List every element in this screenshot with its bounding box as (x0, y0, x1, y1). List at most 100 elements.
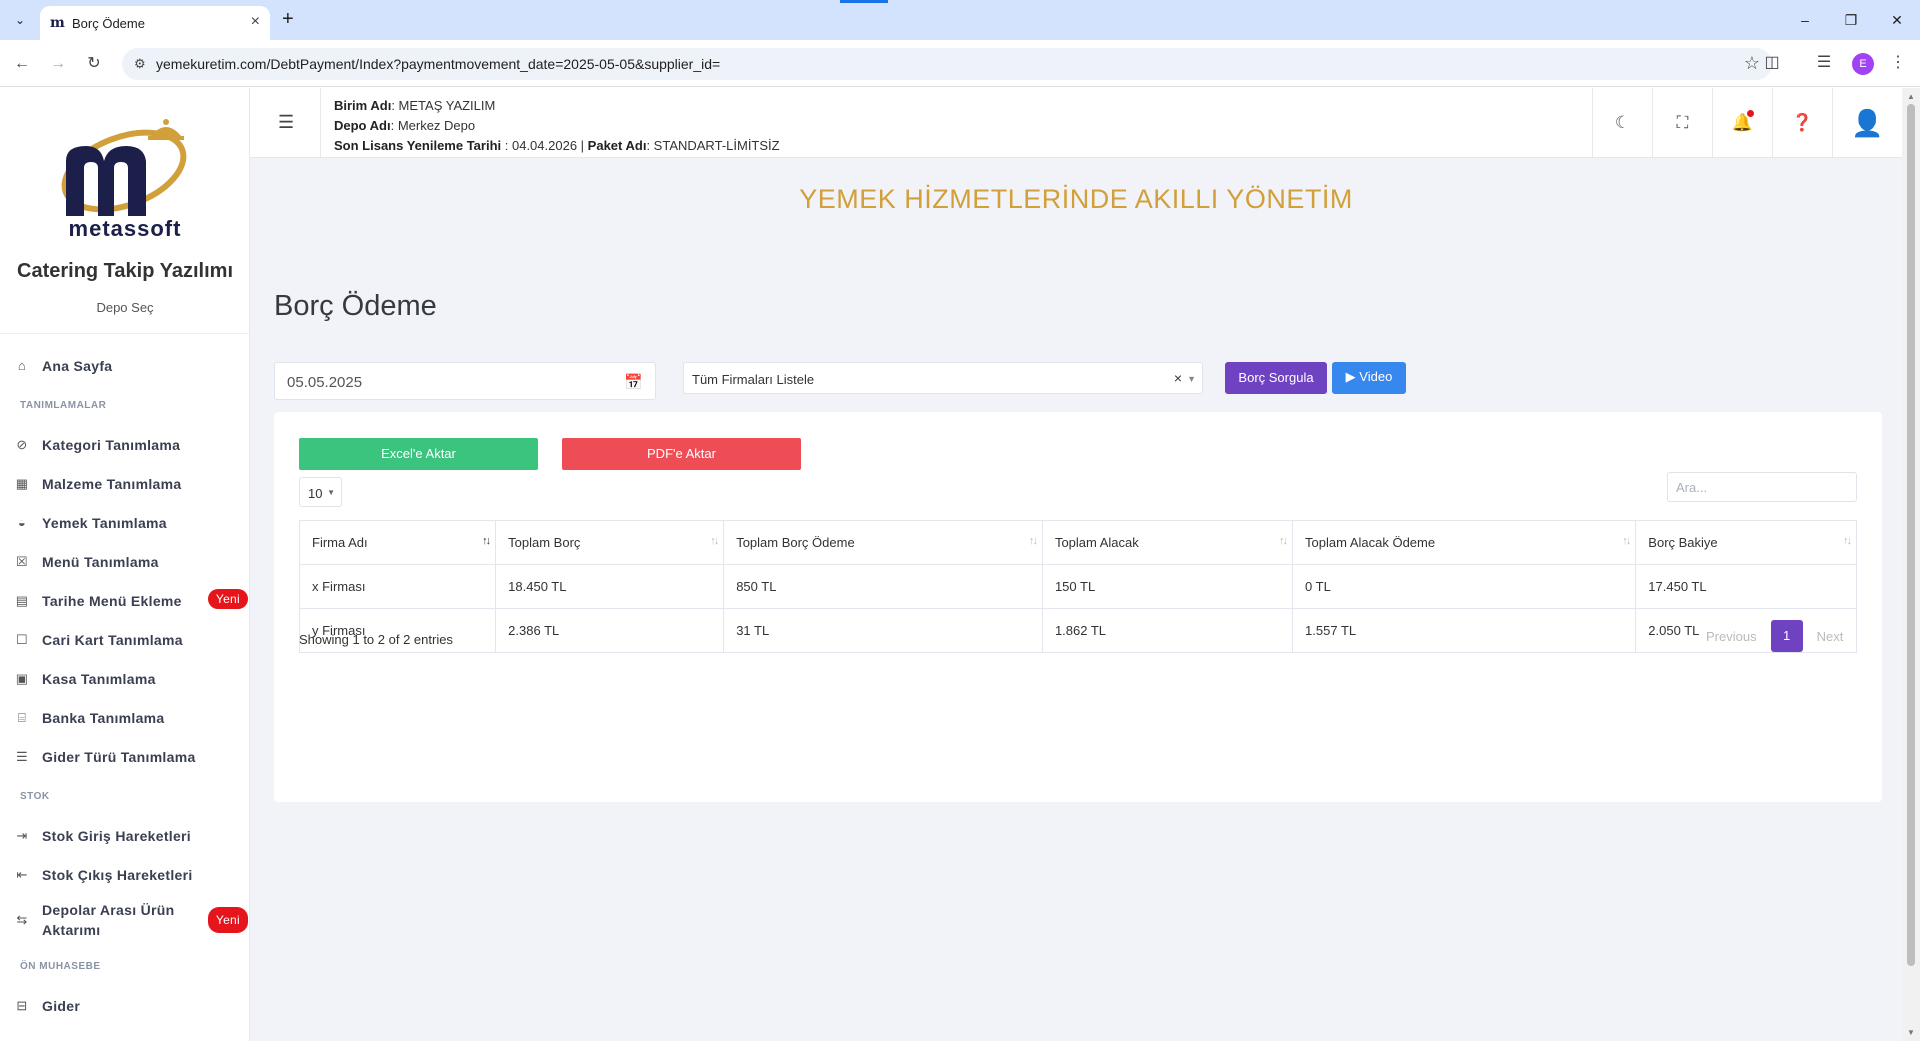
calendar-icon[interactable]: 📅 (624, 373, 643, 391)
sidebar-section-heading: ÖN MUHASEBE (20, 960, 101, 972)
sidebar-item-label: Depolar Arası Ürün Aktarımı (42, 902, 175, 938)
column-header-label: Firma Adı (312, 535, 368, 550)
table-cell: 2.386 TL (495, 608, 725, 653)
sort-icon[interactable]: ↑↓ (1843, 535, 1852, 547)
table-body: x Firması 18.450 TL 850 TL 150 TL 0 TL 17.450… (298, 564, 1857, 653)
table-cell: 1.557 TL (1292, 608, 1637, 653)
browser-menu-icon[interactable]: ⋮ (1886, 52, 1910, 72)
sidebar-item-label: Ana Sayfa (42, 357, 113, 374)
export-excel-button[interactable]: Excel'e Aktar (299, 438, 538, 470)
sidebar-item[interactable]: ⇥ Stok Giriş Hareketleri (0, 816, 249, 855)
column-header[interactable]: Toplam Alacak ↑↓ (1041, 520, 1294, 565)
pagination: Previous 1 Next (1706, 620, 1843, 652)
site-info-icon[interactable]: ⚙ (134, 56, 146, 72)
sidebar-item[interactable]: ☐ Cari Kart Tanımlama (0, 620, 249, 659)
sidebar-section-heading: TANIMLAMALAR (20, 399, 107, 411)
page-length-select[interactable]: 10 ▼ (299, 477, 342, 507)
profile-avatar[interactable]: E (1852, 53, 1874, 75)
table-row: x Firması 18.450 TL 850 TL 150 TL 0 TL 17.450… (298, 564, 1857, 609)
cash-register-icon: ▣ (15, 670, 29, 686)
column-header[interactable]: Firma Adı ↑↓ (298, 520, 497, 565)
sidebar-item-label: Stok Çıkış Hareketleri (42, 866, 193, 883)
hamburger-menu-icon[interactable]: ☰ (278, 112, 294, 133)
pagination-previous[interactable]: Previous (1706, 629, 1757, 644)
new-tab-icon[interactable]: + (282, 8, 294, 30)
sidebar-item[interactable]: ⌸ Banka Tanımlama (0, 698, 249, 737)
sidebar-item[interactable]: ⊟ Gider (0, 986, 249, 1025)
bowl-icon: ◒ (17, 515, 27, 530)
sidebar-item[interactable]: ▤ Tarihe Menü Ekleme Yeni (0, 581, 249, 620)
sidebar-item-label: Malzeme Tanımlama (42, 475, 182, 492)
window-close-icon[interactable]: ✕ (1874, 0, 1920, 40)
media-controls-icon[interactable]: ☰ (1812, 52, 1836, 72)
back-icon[interactable]: ← (10, 52, 34, 76)
sidebar-item-label: Kasa Tanımlama (42, 670, 156, 687)
tab-progress-indicator (840, 0, 888, 3)
sort-icon[interactable]: ↑↓ (710, 535, 719, 547)
user-avatar-icon[interactable]: 👤 (1832, 88, 1902, 158)
sidebar-item[interactable]: ⇤ Stok Çıkış Hareketleri (0, 855, 249, 894)
notification-bell-icon[interactable]: 🔔 (1712, 88, 1772, 158)
table-cell: 0 TL (1292, 564, 1637, 609)
fullscreen-icon[interactable]: ⛶ (1652, 88, 1712, 158)
pagination-page-1[interactable]: 1 (1770, 620, 1803, 652)
sort-icon[interactable]: ↑↓ (482, 535, 491, 547)
extensions-icon[interactable]: ◫ (1760, 52, 1784, 72)
tab-search-button[interactable]: ⌄ (8, 8, 32, 32)
page-scrollbar[interactable]: ▲ ▼ (1902, 88, 1920, 1041)
sidebar-item[interactable]: ⊘ Kategori Tanımlama (0, 425, 249, 464)
tab-close-icon[interactable]: × (251, 13, 260, 31)
sidebar-item-label: Yemek Tanımlama (42, 514, 167, 531)
column-header-label: Toplam Borç (508, 535, 581, 550)
url-text[interactable]: yemekuretim.com/DebtPayment/Index?paymen… (156, 56, 720, 72)
url-omnibox[interactable]: ⚙ yemekuretim.com/DebtPayment/Index?paym… (122, 48, 1772, 80)
export-pdf-button[interactable]: PDF'e Aktar (562, 438, 801, 470)
video-button[interactable]: ▶ Video (1332, 362, 1406, 394)
pagination-next[interactable]: Next (1817, 629, 1844, 644)
sort-icon[interactable]: ↑↓ (1029, 535, 1038, 547)
help-icon[interactable]: ❓ (1772, 88, 1832, 158)
debt-query-button[interactable]: Borç Sorgula (1225, 362, 1327, 394)
box-icon: ▦ (15, 475, 29, 491)
sidebar-section-heading: STOK (20, 790, 50, 802)
metassoft-logo (61, 119, 187, 216)
minimize-icon[interactable]: – (1782, 0, 1828, 40)
video-button-label: Video (1359, 369, 1393, 384)
scroll-thumb[interactable] (1907, 104, 1915, 966)
table-search-input[interactable] (1667, 472, 1857, 502)
sidebar-item[interactable]: ▣ Kasa Tanımlama (0, 659, 249, 698)
depot-info: Depo Adı: Merkez Depo (334, 118, 476, 133)
sidebar-item[interactable]: ◒ Yemek Tanımlama (0, 503, 249, 542)
app-name: Catering Takip Yazılımı (17, 260, 233, 282)
column-header[interactable]: Toplam Borç ↑↓ (495, 520, 725, 565)
sidebar-item[interactable]: ⇆ Depolar Arası Ürün Aktarımı Yeni (0, 894, 249, 946)
chevron-down-icon[interactable]: ▼ (1187, 374, 1196, 384)
dark-mode-icon[interactable]: ☾ (1592, 88, 1652, 158)
select-clear-icon[interactable]: × (1174, 370, 1182, 386)
reload-icon[interactable]: ↻ (82, 52, 106, 76)
sidebar-item[interactable]: ▦ Malzeme Tanımlama (0, 464, 249, 503)
restore-icon[interactable]: ❐ (1828, 0, 1874, 40)
column-header[interactable]: Toplam Borç Ödeme ↑↓ (723, 520, 1043, 565)
scroll-down-icon[interactable]: ▼ (1907, 1028, 1915, 1037)
bookmark-star-icon[interactable]: ☆ (1744, 53, 1760, 74)
date-input[interactable]: 05.05.2025 📅 (274, 362, 656, 400)
sidebar: metassoft Catering Takip Yazılımı Depo S… (0, 88, 250, 1041)
supplier-select[interactable]: Tüm Firmaları Listele × ▼ (683, 362, 1203, 394)
browser-tab[interactable]: m Borç Ödeme × (40, 6, 270, 40)
sidebar-item[interactable]: ⌂ Ana Sayfa (0, 346, 249, 385)
sidebar-item[interactable]: ☒ Menü Tanımlama (0, 542, 249, 581)
sort-icon[interactable]: ↑↓ (1279, 535, 1288, 547)
contact-card-icon: ☐ (16, 631, 28, 647)
depo-select-link[interactable]: Depo Seç (0, 300, 249, 315)
scroll-up-icon[interactable]: ▲ (1907, 92, 1915, 101)
forward-icon[interactable]: → (46, 52, 70, 76)
column-header[interactable]: Borç Bakiye ↑↓ (1635, 520, 1857, 565)
column-header[interactable]: Toplam Alacak Ödeme ↑↓ (1292, 520, 1637, 565)
expense-icon: ⊟ (16, 997, 28, 1013)
sort-icon[interactable]: ↑↓ (1622, 535, 1631, 547)
list-icon: ☰ (16, 748, 28, 764)
sidebar-item[interactable]: ☰ Gider Türü Tanımlama (0, 737, 249, 776)
play-icon: ▶ (1345, 369, 1356, 384)
sidebar-menu: ⌂ Ana Sayfa TANIMLAMALAR ⊘ Kategori Tanımlam… (0, 346, 249, 1025)
